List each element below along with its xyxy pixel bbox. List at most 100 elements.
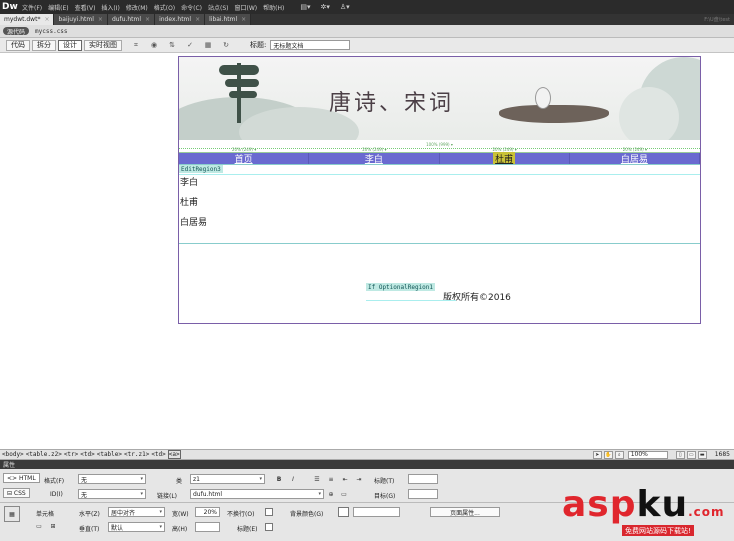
- nav-home[interactable]: 首页: [179, 153, 310, 165]
- title-field-label: 标题(T): [374, 478, 395, 485]
- preview-browser-icon[interactable]: ◉: [148, 40, 160, 50]
- vert-label: 垂直(T): [79, 526, 100, 533]
- unordered-list-icon[interactable]: ☰: [312, 474, 322, 484]
- tag-td[interactable]: <td>: [80, 451, 94, 458]
- bg-color-swatch[interactable]: [338, 507, 349, 517]
- menu-format[interactable]: 格式(O): [154, 3, 175, 12]
- nav-dufu[interactable]: 杜甫: [440, 152, 570, 165]
- bold-button[interactable]: B: [274, 474, 284, 484]
- live-view-button[interactable]: 实时视图: [84, 39, 122, 51]
- target-label: 目标(G): [374, 493, 396, 500]
- ordered-list-icon[interactable]: ≡: [326, 474, 336, 484]
- desktop-size-icon[interactable]: ▬: [697, 450, 707, 459]
- link-input[interactable]: dufu.html ▾: [190, 489, 324, 499]
- title-field[interactable]: [408, 474, 438, 484]
- id-select[interactable]: 无 ▾: [78, 489, 146, 499]
- merge-cells-icon[interactable]: ▭: [34, 521, 44, 531]
- footer-copyright: 版权所有©2016: [443, 293, 511, 303]
- zoom-tool-icon[interactable]: ⌕: [614, 450, 624, 459]
- browse-folder-icon[interactable]: ▭: [339, 489, 349, 499]
- class-select[interactable]: z1 ▾: [190, 474, 265, 484]
- nav-libai[interactable]: 李白: [309, 153, 440, 165]
- header-checkbox[interactable]: [265, 523, 273, 531]
- menu-edit[interactable]: 编辑(E): [48, 3, 68, 12]
- template-page: 唐诗、宋词 100% (999) ▾ 20% (249) ▾ 20% (249)…: [178, 56, 701, 324]
- split-view-button[interactable]: 拆分: [32, 39, 56, 51]
- menu-insert[interactable]: 插入(I): [101, 3, 119, 12]
- tag-tr[interactable]: <tr.z1>: [124, 451, 149, 458]
- tag-td[interactable]: <td>: [151, 451, 165, 458]
- poet-dufu: 杜甫: [180, 198, 199, 208]
- mobile-size-icon[interactable]: ▯: [675, 450, 685, 459]
- design-canvas[interactable]: 唐诗、宋词 100% (999) ▾ 20% (249) ▾ 20% (249)…: [0, 53, 734, 449]
- related-file-mycss[interactable]: mycss.css: [35, 28, 68, 35]
- zoom-select[interactable]: 100%: [627, 450, 668, 459]
- chevron-down-icon: ▾: [318, 491, 321, 497]
- editable-region[interactable]: EditRegion3 李白 杜甫 白居易: [179, 164, 700, 244]
- indent-icon[interactable]: ⇥: [354, 474, 364, 484]
- close-icon[interactable]: ×: [145, 16, 150, 23]
- target-field[interactable]: [408, 489, 438, 499]
- menu-view[interactable]: 查看(V): [75, 3, 96, 12]
- height-label: 高(H): [172, 526, 188, 533]
- menu-commands[interactable]: 命令(C): [181, 3, 202, 12]
- vert-select[interactable]: 默认 ▾: [108, 522, 165, 532]
- tag-a[interactable]: <a>: [167, 450, 181, 459]
- watermark-subtitle: 免费网站源码下载站!: [622, 525, 694, 536]
- chevron-down-icon: ▾: [140, 491, 143, 497]
- menu-file[interactable]: 文件(F): [22, 3, 42, 12]
- menu-window[interactable]: 窗口(W): [235, 3, 258, 12]
- split-cells-icon[interactable]: ⊞: [48, 521, 58, 531]
- design-view-button[interactable]: 设计: [58, 39, 82, 51]
- html-mode-button[interactable]: <> HTML: [3, 473, 40, 483]
- window-size[interactable]: 1685: [715, 451, 730, 458]
- tab-mydwt[interactable]: mydwt.dwt* ×: [0, 14, 55, 25]
- refresh-icon[interactable]: ↻: [220, 40, 232, 50]
- hand-tool-icon[interactable]: ✋: [603, 450, 613, 459]
- outdent-icon[interactable]: ⇤: [340, 474, 350, 484]
- tab-index[interactable]: index.html ×: [155, 14, 206, 25]
- tab-libai[interactable]: libai.html ×: [205, 14, 252, 25]
- point-to-file-icon[interactable]: ⊕: [326, 489, 336, 499]
- nav-baijuyi[interactable]: 白居易: [570, 153, 700, 165]
- tab-baijuyi[interactable]: baijuyi.html ×: [54, 14, 108, 25]
- multiscreen-icon[interactable]: ⌗: [130, 40, 142, 50]
- source-code-button[interactable]: 源代码: [3, 27, 30, 36]
- nowrap-checkbox[interactable]: [265, 508, 273, 516]
- w3c-validation-icon[interactable]: ✓: [184, 40, 196, 50]
- tablet-size-icon[interactable]: ▭: [686, 450, 696, 459]
- id-label: ID(I): [50, 491, 63, 498]
- close-icon[interactable]: ×: [241, 16, 246, 23]
- tab-dufu[interactable]: dufu.html ×: [107, 14, 156, 25]
- menu-site[interactable]: 站点(S): [208, 3, 229, 12]
- tag-table[interactable]: <table.z2>: [26, 451, 62, 458]
- css-mode-button[interactable]: ⊟ CSS: [3, 488, 30, 498]
- tag-tr[interactable]: <tr>: [64, 451, 78, 458]
- visual-aids-icon[interactable]: ▦: [202, 40, 214, 50]
- close-icon[interactable]: ×: [44, 16, 49, 23]
- file-management-icon[interactable]: ⇅: [166, 40, 178, 50]
- page-properties-button[interactable]: 页面属性...: [430, 507, 500, 517]
- horz-select[interactable]: 居中对齐 ▾: [108, 507, 165, 517]
- close-icon[interactable]: ×: [98, 16, 103, 23]
- bg-color-input[interactable]: [353, 507, 400, 517]
- tag-table[interactable]: <table>: [97, 451, 122, 458]
- chevron-down-icon: ▾: [140, 476, 143, 482]
- layout-icon[interactable]: ▤▾: [300, 3, 310, 11]
- watermark-ku: ku: [636, 484, 689, 525]
- height-input[interactable]: [195, 522, 220, 532]
- close-icon[interactable]: ×: [195, 16, 200, 23]
- menu-help[interactable]: 帮助(H): [263, 3, 284, 12]
- italic-button[interactable]: I: [288, 474, 298, 484]
- select-tool-icon[interactable]: ➤: [592, 450, 602, 459]
- bg-color-label: 背景颜色(G): [290, 511, 324, 518]
- code-view-button[interactable]: 代码: [6, 39, 30, 51]
- width-input[interactable]: 20%: [195, 507, 220, 517]
- menu-modify[interactable]: 修改(M): [126, 3, 148, 12]
- format-select[interactable]: 无 ▾: [78, 474, 146, 484]
- extend-icon[interactable]: ✲▾: [320, 3, 329, 11]
- tag-body[interactable]: <body>: [2, 451, 24, 458]
- document-title-input[interactable]: 无标题文档: [270, 40, 351, 50]
- optional-region-tag: If OptionalRegion1: [366, 283, 436, 291]
- site-icon[interactable]: ♙▾: [340, 3, 350, 11]
